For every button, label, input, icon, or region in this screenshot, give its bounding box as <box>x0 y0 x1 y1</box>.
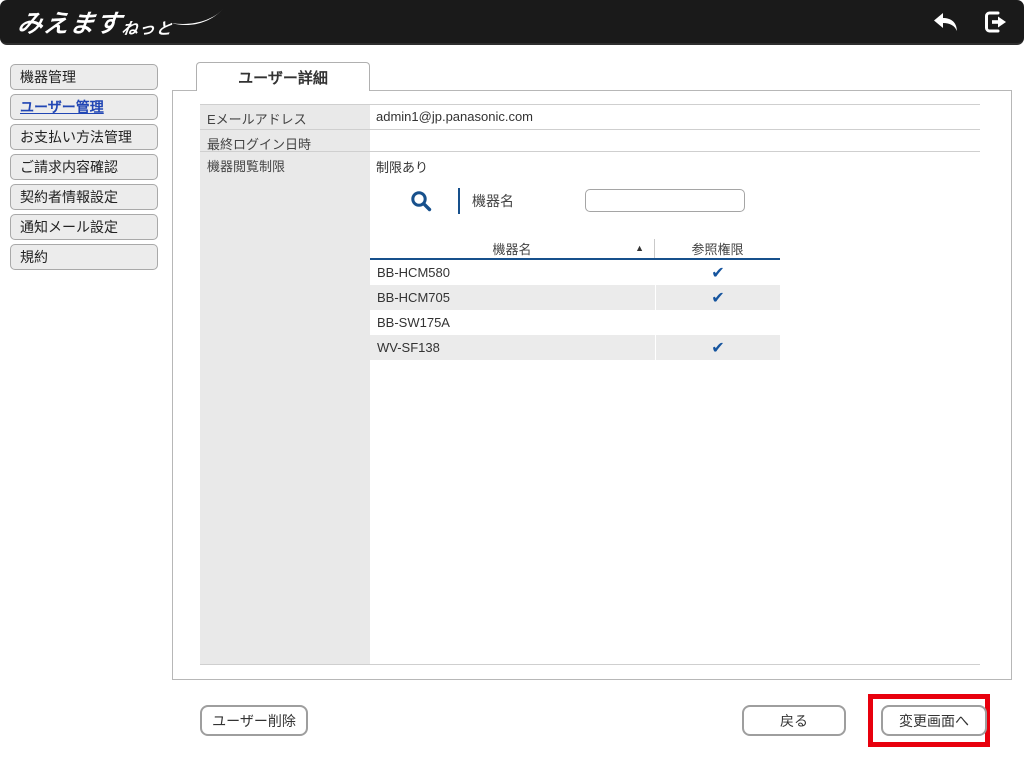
sidebar-item-device-management[interactable]: 機器管理 <box>10 64 158 90</box>
user-detail-panel: Eメールアドレス admin1@jp.panasonic.com 最終ログイン日… <box>172 90 1012 680</box>
column-label: 参照権限 <box>691 239 743 258</box>
restriction-area: 制限あり 機器名 <box>370 152 980 664</box>
device-table-header: 機器名 ▲ 参照権限 <box>370 239 780 260</box>
field-label-restriction: 機器閲覧制限 <box>200 152 370 664</box>
sidebar-item-label: 通知メール設定 <box>20 217 118 237</box>
detail-row-restriction: 機器閲覧制限 制限あり 機器名 <box>200 152 980 665</box>
permission-check: ✔ <box>656 260 780 285</box>
permission-check: ✔ <box>656 285 780 310</box>
field-value-email: admin1@jp.panasonic.com <box>370 105 980 129</box>
device-name-cell: BB-SW175A <box>370 310 655 335</box>
sidebar-item-label: ユーザー管理 <box>20 97 104 117</box>
tab-label: ユーザー詳細 <box>238 67 328 88</box>
sidebar-item-user-management[interactable]: ユーザー管理 <box>10 94 158 120</box>
filter-divider <box>458 188 460 214</box>
delete-user-button[interactable]: ユーザー削除 <box>200 705 308 736</box>
sidebar-item-contractor-info[interactable]: 契約者情報設定 <box>10 184 158 210</box>
sidebar-nav: 機器管理 ユーザー管理 お支払い方法管理 ご請求内容確認 契約者情報設定 通知メ… <box>10 64 158 270</box>
device-table: 機器名 ▲ 参照権限 BB-HCM580 ✔ BB-HC <box>370 239 780 360</box>
sidebar-item-notification-mail[interactable]: 通知メール設定 <box>10 214 158 240</box>
to-change-screen-button[interactable]: 変更画面へ <box>881 705 987 736</box>
logo-text-sub: ねっと <box>120 15 175 40</box>
permission-check: ✔ <box>656 335 780 360</box>
table-row[interactable]: BB-HCM705 ✔ <box>370 285 780 310</box>
app-logo: みえます ねっと <box>18 4 229 40</box>
sidebar-item-label: 契約者情報設定 <box>20 187 118 207</box>
sidebar-item-terms[interactable]: 規約 <box>10 244 158 270</box>
detail-row-last-login: 最終ログイン日時 <box>200 130 980 152</box>
logo-swoosh-icon <box>171 7 227 34</box>
permission-check <box>656 310 780 335</box>
sidebar-item-label: 機器管理 <box>20 67 76 87</box>
device-name-cell: BB-HCM580 <box>370 260 655 285</box>
sort-asc-icon[interactable]: ▲ <box>635 243 644 253</box>
field-value-restriction: 制限あり <box>370 152 980 176</box>
table-row[interactable]: BB-SW175A <box>370 310 780 335</box>
device-filter-bar: 機器名 <box>370 186 514 216</box>
column-header-device-name[interactable]: 機器名 ▲ <box>370 239 655 258</box>
field-label-last-login: 最終ログイン日時 <box>200 130 370 151</box>
sidebar-item-label: 規約 <box>20 247 48 267</box>
device-name-cell: WV-SF138 <box>370 335 655 360</box>
logout-icon[interactable] <box>980 7 1010 37</box>
field-value-last-login <box>370 130 980 151</box>
field-label-email: Eメールアドレス <box>200 105 370 129</box>
header-actions <box>930 7 1010 37</box>
top-header-bar: みえます ねっと <box>0 0 1024 45</box>
highlight-box: 変更画面へ <box>868 694 990 747</box>
sidebar-item-payment-method[interactable]: お支払い方法管理 <box>10 124 158 150</box>
page: みえます ねっと 機器管理 <box>0 0 1024 768</box>
column-header-permission[interactable]: 参照権限 <box>655 239 780 258</box>
table-row[interactable]: BB-HCM580 ✔ <box>370 260 780 285</box>
table-row[interactable]: WV-SF138 ✔ <box>370 335 780 360</box>
sidebar-item-billing[interactable]: ご請求内容確認 <box>10 154 158 180</box>
search-icon[interactable] <box>408 188 434 214</box>
back-button[interactable]: 戻る <box>742 705 846 736</box>
detail-row-email: Eメールアドレス admin1@jp.panasonic.com <box>200 104 980 130</box>
device-name-input[interactable] <box>585 189 745 212</box>
logo-text-main: みえます <box>15 4 124 40</box>
tab-user-detail[interactable]: ユーザー詳細 <box>196 62 370 91</box>
sidebar-item-label: お支払い方法管理 <box>20 127 132 147</box>
column-label: 機器名 <box>492 239 531 258</box>
filter-label: 機器名 <box>472 191 514 211</box>
sidebar-item-label: ご請求内容確認 <box>20 157 118 177</box>
back-icon[interactable] <box>930 7 960 37</box>
device-name-cell: BB-HCM705 <box>370 285 655 310</box>
